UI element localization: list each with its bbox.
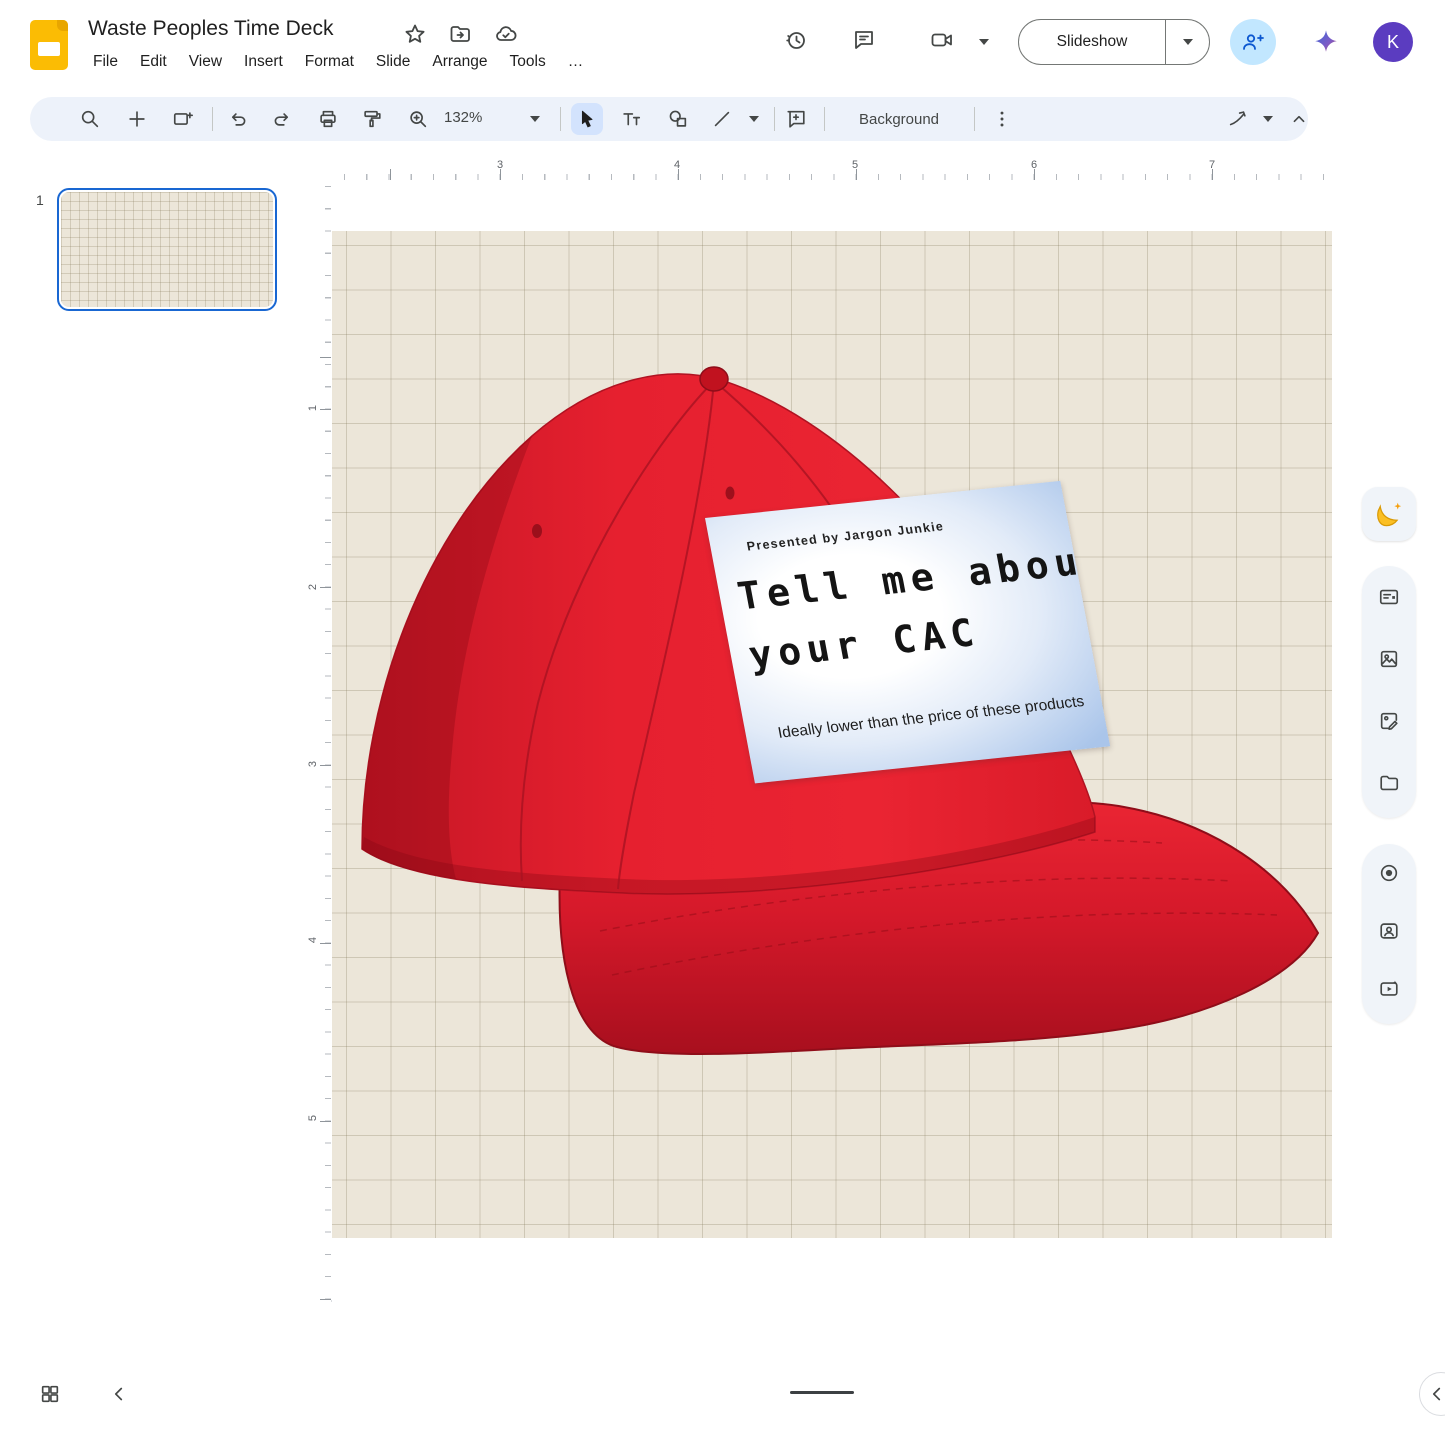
ruler-number: 1 — [307, 405, 319, 411]
toolbar: 132% Background — [30, 97, 1308, 141]
horizontal-ruler: 3 4 5 6 7 — [332, 158, 1332, 180]
cap-button — [700, 367, 728, 391]
menu-tools[interactable]: Tools — [501, 50, 555, 74]
toolbar-divider — [560, 107, 561, 131]
print-icon[interactable] — [312, 103, 344, 135]
slide-canvas[interactable]: Presented by Jargon Junkie Tell me about… — [332, 231, 1332, 1238]
cap-eyelet — [726, 487, 735, 500]
meet-caret-icon[interactable] — [979, 39, 989, 45]
side-panel-top — [1362, 566, 1416, 818]
slides-logo-inner — [38, 42, 60, 56]
ruler-number: 3 — [307, 761, 319, 767]
new-slide-icon[interactable] — [121, 103, 153, 135]
paint-format-icon[interactable] — [356, 103, 388, 135]
zoom-value[interactable]: 132% — [444, 109, 482, 126]
menu-edit[interactable]: Edit — [131, 50, 176, 74]
menu-arrange[interactable]: Arrange — [423, 50, 496, 74]
video-sparkle-icon[interactable] — [1362, 960, 1416, 1018]
cap-label-graphic[interactable]: Presented by Jargon Junkie Tell me about… — [705, 481, 1110, 784]
menu-overflow[interactable]: … — [559, 50, 593, 74]
ruler-ticks-major — [332, 169, 1332, 180]
menu-file[interactable]: File — [84, 50, 127, 74]
comments-icon[interactable] — [852, 28, 880, 56]
menu-bar: File Edit View Insert Format Slide Arran… — [84, 50, 592, 74]
gemini-sparkle-icon[interactable] — [1312, 28, 1340, 56]
image-frame-icon[interactable] — [1362, 628, 1416, 690]
slideshow-button-group: Slideshow — [1018, 19, 1210, 65]
slides-logo-fold — [57, 20, 68, 31]
slideshow-button[interactable]: Slideshow — [1019, 33, 1165, 51]
slide-layout-icon[interactable] — [167, 103, 199, 135]
folder-icon[interactable] — [1362, 752, 1416, 814]
meet-camera-icon[interactable] — [930, 28, 958, 56]
search-icon[interactable] — [74, 103, 106, 135]
account-avatar[interactable]: K — [1373, 22, 1413, 62]
move-folder-icon[interactable] — [448, 22, 472, 46]
collapse-filmstrip-icon[interactable] — [103, 1378, 135, 1410]
ruler-number: 6 — [1031, 159, 1037, 171]
laser-pointer-icon[interactable] — [1222, 103, 1254, 135]
select-cursor-icon[interactable] — [571, 103, 603, 135]
slideshow-caret-icon[interactable] — [1166, 39, 1209, 45]
ruler-number: 3 — [497, 159, 503, 171]
cap-subline-text: Ideally lower than the price of these pr… — [776, 693, 1086, 743]
vertical-ruler: 1 2 3 4 5 — [308, 180, 332, 1300]
document-title[interactable]: Waste Peoples Time Deck — [88, 17, 333, 41]
shape-icon[interactable] — [662, 103, 694, 135]
toolbar-divider — [824, 107, 825, 131]
camera-bubble-icon[interactable] — [1362, 902, 1416, 960]
image-edit-icon[interactable] — [1362, 690, 1416, 752]
toolbar-divider — [774, 107, 775, 131]
ruler-number: 5 — [307, 1115, 319, 1121]
ruler-ticks-major — [320, 180, 331, 1300]
laser-caret-icon[interactable] — [1263, 116, 1273, 122]
redo-icon[interactable] — [266, 103, 298, 135]
background-button[interactable]: Background — [838, 105, 960, 133]
menu-insert[interactable]: Insert — [235, 50, 292, 74]
expand-right-icon[interactable] — [1419, 1372, 1445, 1416]
side-panel-bottom — [1362, 844, 1416, 1024]
menu-slide[interactable]: Slide — [367, 50, 419, 74]
zoom-caret-icon[interactable] — [530, 116, 540, 122]
more-options-icon[interactable] — [986, 103, 1018, 135]
cloud-saved-icon[interactable] — [494, 22, 518, 46]
insert-comment-icon[interactable] — [780, 103, 812, 135]
cap-eyelet — [532, 524, 542, 538]
ruler-number: 4 — [307, 937, 319, 943]
textbox-icon[interactable] — [615, 103, 647, 135]
slide-thumbnail-preview — [61, 192, 273, 307]
record-icon[interactable] — [1362, 844, 1416, 902]
undo-icon[interactable] — [222, 103, 254, 135]
grid-view-icon[interactable] — [34, 1378, 66, 1410]
line-caret-icon[interactable] — [749, 116, 759, 122]
bottom-drag-handle[interactable] — [790, 1391, 854, 1394]
slide-number: 1 — [36, 192, 44, 208]
ruler-number: 2 — [307, 584, 319, 590]
notes-panel-icon[interactable] — [1362, 566, 1416, 628]
line-icon[interactable] — [706, 103, 738, 135]
ruler-number: 7 — [1209, 159, 1215, 171]
version-history-icon[interactable] — [784, 28, 812, 56]
menu-format[interactable]: Format — [296, 50, 363, 74]
cap-headline-text: Tell me about your CAC — [733, 528, 1111, 685]
zoom-in-icon[interactable] — [402, 103, 434, 135]
slide-thumbnail[interactable] — [57, 188, 277, 311]
menu-view[interactable]: View — [180, 50, 231, 74]
toolbar-divider — [974, 107, 975, 131]
banana-sparkle-icon[interactable] — [1362, 487, 1416, 541]
ruler-number: 4 — [674, 159, 680, 171]
app-header: Waste Peoples Time Deck File Edit View I… — [0, 0, 1445, 90]
share-button[interactable] — [1230, 19, 1276, 65]
ruler-number: 5 — [852, 159, 858, 171]
star-icon[interactable] — [403, 22, 427, 46]
toolbar-divider — [212, 107, 213, 131]
slides-logo[interactable] — [30, 20, 68, 70]
collapse-toolbar-icon[interactable] — [1283, 103, 1315, 135]
